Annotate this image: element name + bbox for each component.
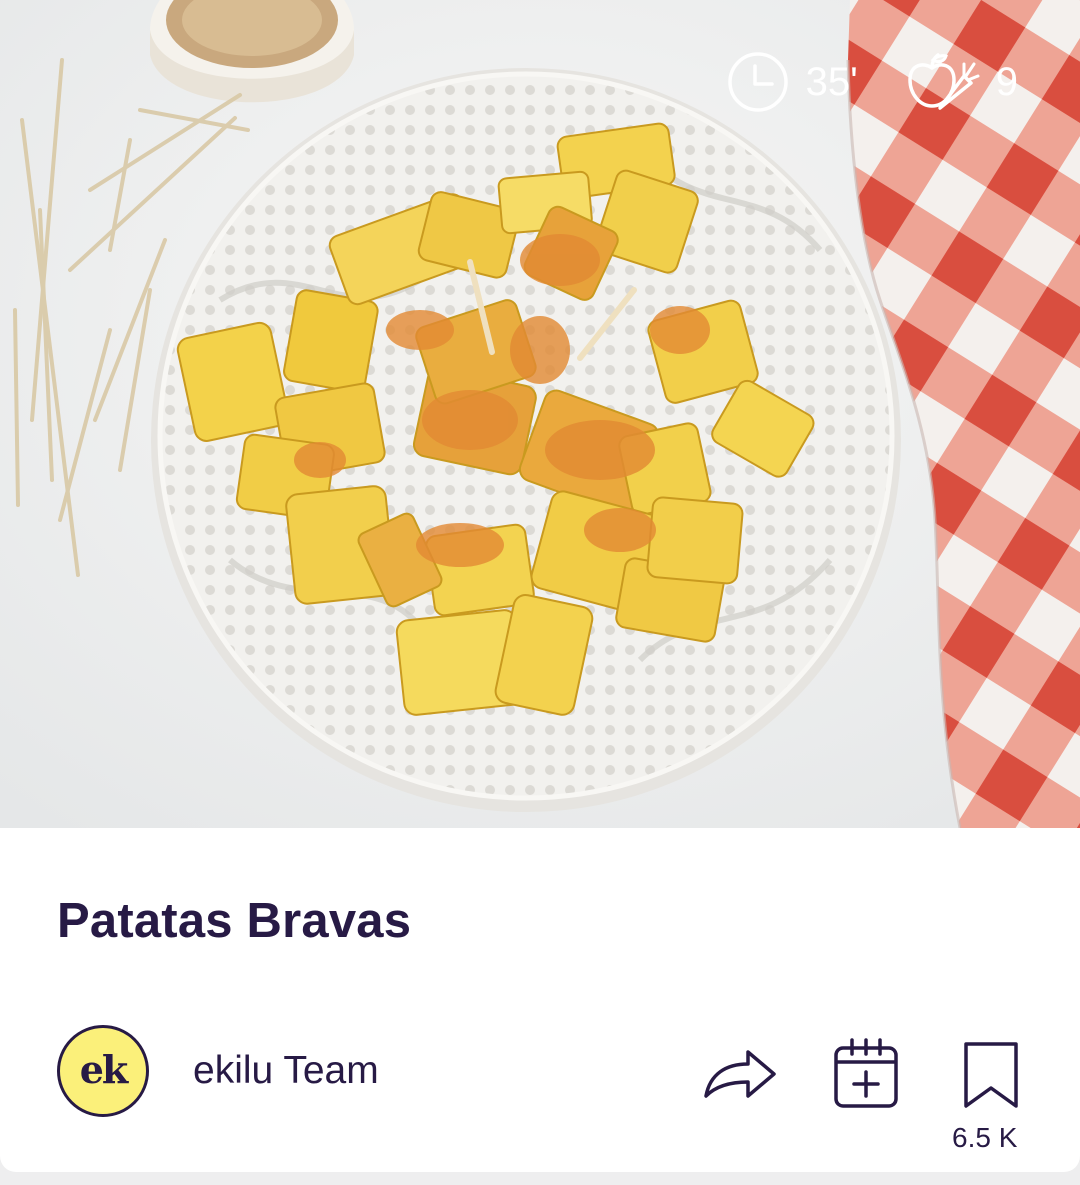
save-button[interactable] [960,1038,1022,1117]
add-to-plan-button[interactable] [830,1036,902,1115]
time-info: 35' [726,50,858,114]
avatar-text: ek [79,1046,128,1092]
avatar[interactable]: ek [57,1025,149,1117]
recipe-card[interactable]: 35' 9 Patatas Bravas ek ekilu Team 6.5 K [0,0,1080,1172]
recipe-photo[interactable]: 35' 9 [0,0,1080,828]
calendar-add-icon [830,1038,902,1114]
save-count: 6.5 K [952,1122,1018,1153]
author-name[interactable]: ekilu Team [193,1049,379,1093]
share-arrow-icon [700,1050,780,1108]
clock-icon [726,50,790,114]
apple-carrot-icon [904,50,980,114]
ingredients-count: 9 [995,60,1018,104]
bookmark-icon [960,1042,1022,1116]
share-button[interactable] [700,1040,780,1109]
recipe-title[interactable]: Patatas Bravas [57,893,411,949]
author[interactable]: ek ekilu Team [57,1025,379,1117]
ingredients-info: 9 [904,50,1018,114]
time-value: 35' [805,60,858,104]
recipe-meta: 35' 9 [726,52,1018,112]
